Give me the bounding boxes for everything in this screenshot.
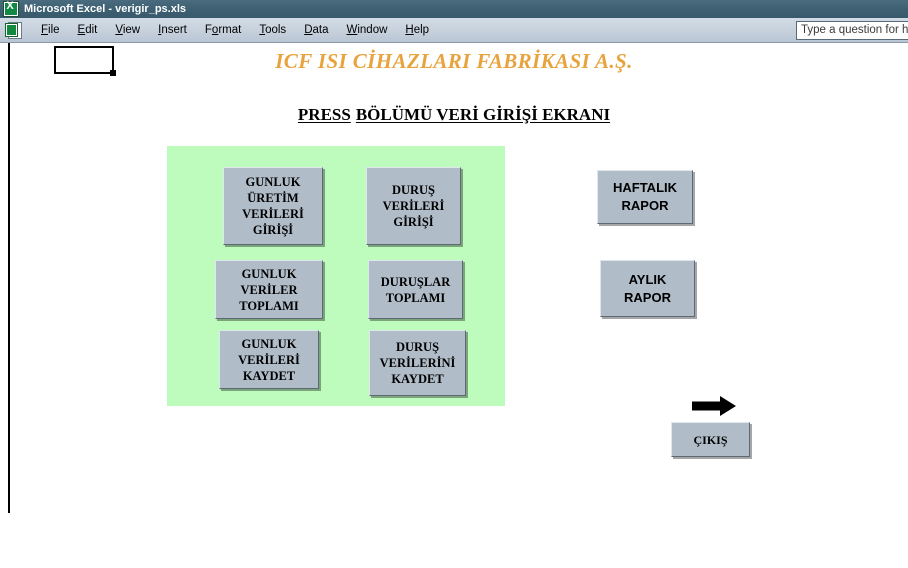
menu-item-view[interactable]: View xyxy=(106,22,149,39)
screen-subtitle-part1: PRESS xyxy=(297,105,351,124)
window-title: Microsoft Excel - verigir_ps.xls xyxy=(24,3,187,15)
menu-item-tools[interactable]: Tools xyxy=(250,22,295,39)
worksheet-canvas[interactable]: ICF ISI CİHAZLARI FABRİKASI A.Ş. PRESS BÖ… xyxy=(0,43,908,568)
button-duruslar-toplami[interactable]: DURUŞLAR TOPLAMI xyxy=(368,260,463,319)
button-label: ÇIKIŞ xyxy=(693,432,728,447)
button-gunluk-verileri-kaydet[interactable]: GUNLUK VERİLERİ KAYDET xyxy=(219,330,319,389)
menu-item-window[interactable]: Window xyxy=(338,22,397,39)
button-durus-verilerini-kaydet[interactable]: DURUŞ VERİLERİNİ KAYDET xyxy=(369,330,466,396)
menu-item-help[interactable]: Help xyxy=(396,22,438,39)
menu-item-format[interactable]: Format xyxy=(196,22,250,39)
window-titlebar: Microsoft Excel - verigir_ps.xls xyxy=(0,0,908,18)
ask-a-question-input[interactable]: Type a question for help xyxy=(796,21,908,40)
button-label: GUNLUK ÜRETİM VERİLERİ GİRİŞİ xyxy=(242,175,304,237)
excel-logo-icon xyxy=(3,0,19,17)
menu-item-insert[interactable]: Insert xyxy=(149,22,196,39)
button-label: GUNLUK VERİLER TOPLAMI xyxy=(239,266,299,313)
page-title: ICF ISI CİHAZLARI FABRİKASI A.Ş. xyxy=(275,49,633,73)
button-label: DURUŞ VERİLERİNİ KAYDET xyxy=(379,340,456,386)
worksheet-document-icon[interactable] xyxy=(5,22,22,39)
button-cikis[interactable]: ÇIKIŞ xyxy=(671,422,750,457)
menu-item-edit[interactable]: Edit xyxy=(69,22,107,39)
right-arrow-icon xyxy=(692,396,736,416)
screen-subtitle-part2: BÖLÜMÜ VERİ GİRİŞİ EKRANI xyxy=(355,105,611,124)
button-haftalik-rapor[interactable]: HAFTALIK RAPOR xyxy=(597,170,693,224)
button-label: AYLIK RAPOR xyxy=(624,271,671,305)
button-label: GUNLUK VERİLERİ KAYDET xyxy=(238,336,300,383)
button-aylik-rapor[interactable]: AYLIK RAPOR xyxy=(600,260,695,317)
button-gunluk-uretim-verileri-girisi[interactable]: GUNLUK ÜRETİM VERİLERİ GİRİŞİ xyxy=(223,167,323,245)
button-label: DURUŞLAR TOPLAMI xyxy=(380,274,451,305)
menu-item-data[interactable]: Data xyxy=(295,22,337,39)
button-gunluk-veriler-toplami[interactable]: GUNLUK VERİLER TOPLAMI xyxy=(215,260,323,319)
screen-subtitle: PRESS BÖLÜMÜ VERİ GİRİŞİ EKRANI xyxy=(0,105,908,125)
menu-bar: File Edit View Insert Format Tools Data … xyxy=(0,18,908,43)
menu-item-file[interactable]: File xyxy=(32,22,69,39)
button-label: DURUŞ VERİLERİ GİRİŞİ xyxy=(382,183,445,229)
button-label: HAFTALIK RAPOR xyxy=(612,180,678,213)
button-durus-verileri-girisi[interactable]: DURUŞ VERİLERİ GİRİŞİ xyxy=(366,167,461,245)
